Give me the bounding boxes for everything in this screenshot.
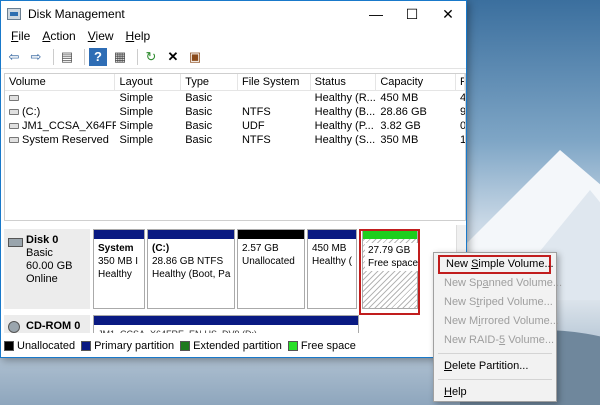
- properties-icon[interactable]: ▤: [58, 48, 76, 66]
- new-simple-volume-item[interactable]: New Simple Volume...: [438, 255, 554, 274]
- title-bar[interactable]: Disk Management — ☐ ✕: [1, 1, 466, 27]
- hard-disk-icon: [8, 238, 23, 247]
- table-row[interactable]: JM1_CCSA_X64FR... Simple Basic UDF Healt…: [5, 119, 465, 133]
- menu-file[interactable]: File: [5, 29, 36, 43]
- disk-management-window: Disk Management — ☐ ✕ File Action View H…: [0, 0, 467, 358]
- table-row[interactable]: (C:) Simple Basic NTFS Healthy (B... 28.…: [5, 105, 465, 119]
- volume-list: Volume Layout Type File System Status Ca…: [4, 73, 466, 221]
- toolbar-separator: [137, 48, 138, 65]
- table-row[interactable]: System Reserved Simple Basic NTFS Health…: [5, 133, 465, 147]
- column-type[interactable]: Type: [181, 74, 238, 90]
- disk-management-icon: [7, 8, 21, 20]
- column-volume[interactable]: Volume: [5, 74, 116, 90]
- legend-primary-partition: Primary partition: [81, 340, 174, 352]
- free-space-highlight: [359, 229, 420, 315]
- menu-action[interactable]: Action: [36, 29, 81, 43]
- disk-0-row: Disk 0 Basic 60.00 GB Online System 350 …: [4, 229, 456, 315]
- menu-view[interactable]: View: [82, 29, 120, 43]
- column-capacity[interactable]: Capacity: [376, 74, 456, 90]
- maximize-button[interactable]: ☐: [394, 1, 430, 27]
- volume-icon: [9, 95, 19, 102]
- console-tree-icon[interactable]: ▦: [111, 48, 129, 66]
- legend-extended-partition: Extended partition: [180, 340, 282, 352]
- volume-icon: [9, 109, 19, 116]
- minimize-button[interactable]: —: [358, 1, 394, 27]
- toolbar-separator: [84, 48, 85, 65]
- toolbar: ⇦ ⇨ ▤ ? ▦ ↻ ✕ ▣: [1, 45, 466, 69]
- table-row[interactable]: Simple Basic Healthy (R... 450 MB 4: [5, 91, 465, 105]
- partition-c-drive[interactable]: (C:) 28.86 GB NTFS Healthy (Boot, Pa: [147, 229, 235, 309]
- menu-help[interactable]: Help: [120, 29, 157, 43]
- column-file-system[interactable]: File System: [238, 74, 311, 90]
- new-mirrored-volume-item[interactable]: New Mirrored Volume...: [434, 312, 559, 331]
- disk-0-label[interactable]: Disk 0 Basic 60.00 GB Online: [4, 229, 90, 309]
- partition-recovery[interactable]: 450 MB Healthy (: [307, 229, 357, 309]
- cdrom-0-label[interactable]: CD-ROM 0 DVD: [4, 315, 90, 333]
- help-item[interactable]: Help: [434, 383, 556, 402]
- menu-bar: File Action View Help: [1, 27, 466, 45]
- close-button[interactable]: ✕: [430, 1, 466, 27]
- new-raid5-volume-item[interactable]: New RAID-5 Volume...: [434, 331, 556, 350]
- column-free-space[interactable]: F: [456, 74, 465, 90]
- settings-icon[interactable]: ▣: [186, 48, 204, 66]
- dvd-volume-icon: [9, 123, 19, 130]
- menu-separator: [438, 353, 552, 354]
- toolbar-separator: [53, 48, 54, 65]
- disk-graphical-view: Disk 0 Basic 60.00 GB Online System 350 …: [4, 225, 466, 333]
- context-menu: New Simple Volume... New Spanned Volume.…: [433, 252, 562, 402]
- volume-list-header: Volume Layout Type File System Status Ca…: [5, 74, 465, 91]
- delete-icon[interactable]: ✕: [164, 48, 182, 66]
- back-arrow-icon[interactable]: ⇦: [5, 48, 23, 66]
- menu-separator: [438, 379, 552, 380]
- forward-arrow-icon[interactable]: ⇨: [27, 48, 45, 66]
- cd-drive-icon: [8, 321, 20, 333]
- cdrom-0-row: CD-ROM 0 DVD JM1_CCSA_X64FRE_EN-US_DV9 (…: [4, 315, 456, 333]
- window-title: Disk Management: [28, 7, 125, 21]
- partition-dvd[interactable]: JM1_CCSA_X64FRE_EN-US_DV9 (D:): [93, 315, 359, 333]
- column-status[interactable]: Status: [311, 74, 377, 90]
- help-icon[interactable]: ?: [89, 47, 107, 66]
- volume-icon: [9, 137, 19, 144]
- legend-free-space: Free space: [287, 340, 356, 352]
- partition-unallocated[interactable]: 2.57 GB Unallocated: [237, 229, 305, 309]
- legend: Unallocated Primary partition Extended p…: [4, 339, 362, 353]
- partition-system-reserved[interactable]: System 350 MB I Healthy: [93, 229, 145, 309]
- new-striped-volume-item[interactable]: New Striped Volume...: [434, 293, 556, 312]
- column-layout[interactable]: Layout: [115, 74, 182, 90]
- refresh-icon[interactable]: ↻: [142, 48, 160, 66]
- delete-partition-item[interactable]: Delete Partition...: [434, 357, 556, 376]
- legend-unallocated: Unallocated: [4, 340, 75, 352]
- new-spanned-volume-item[interactable]: New Spanned Volume...: [434, 274, 562, 293]
